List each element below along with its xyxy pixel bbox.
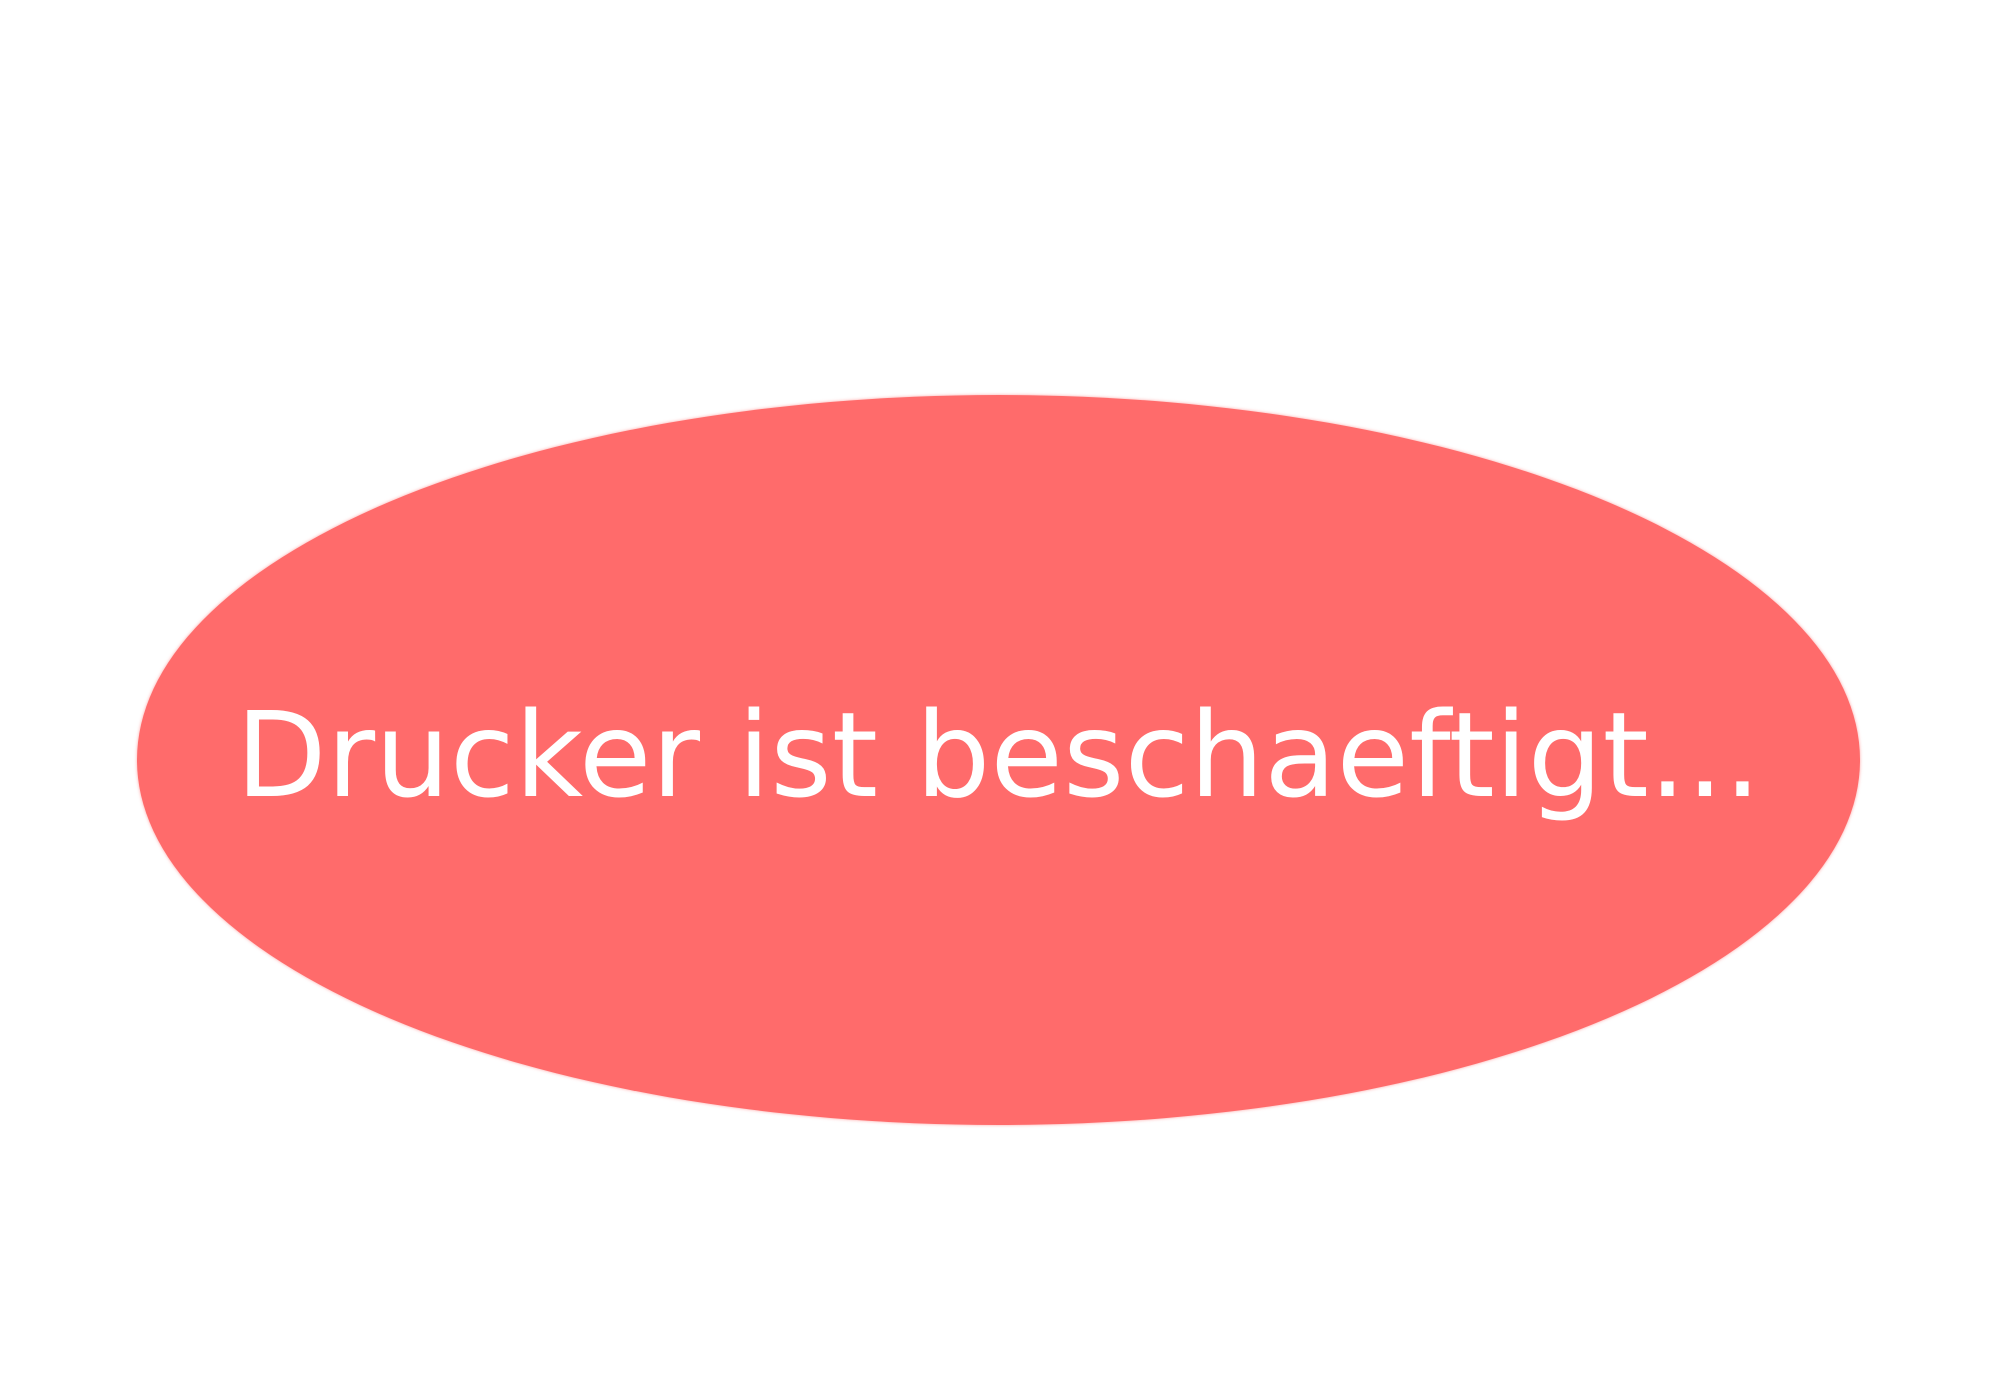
printer-busy-message: Drucker ist beschaeftigt... [235,686,1762,824]
printer-busy-status-bubble: Drucker ist beschaeftigt... [137,395,1860,1125]
